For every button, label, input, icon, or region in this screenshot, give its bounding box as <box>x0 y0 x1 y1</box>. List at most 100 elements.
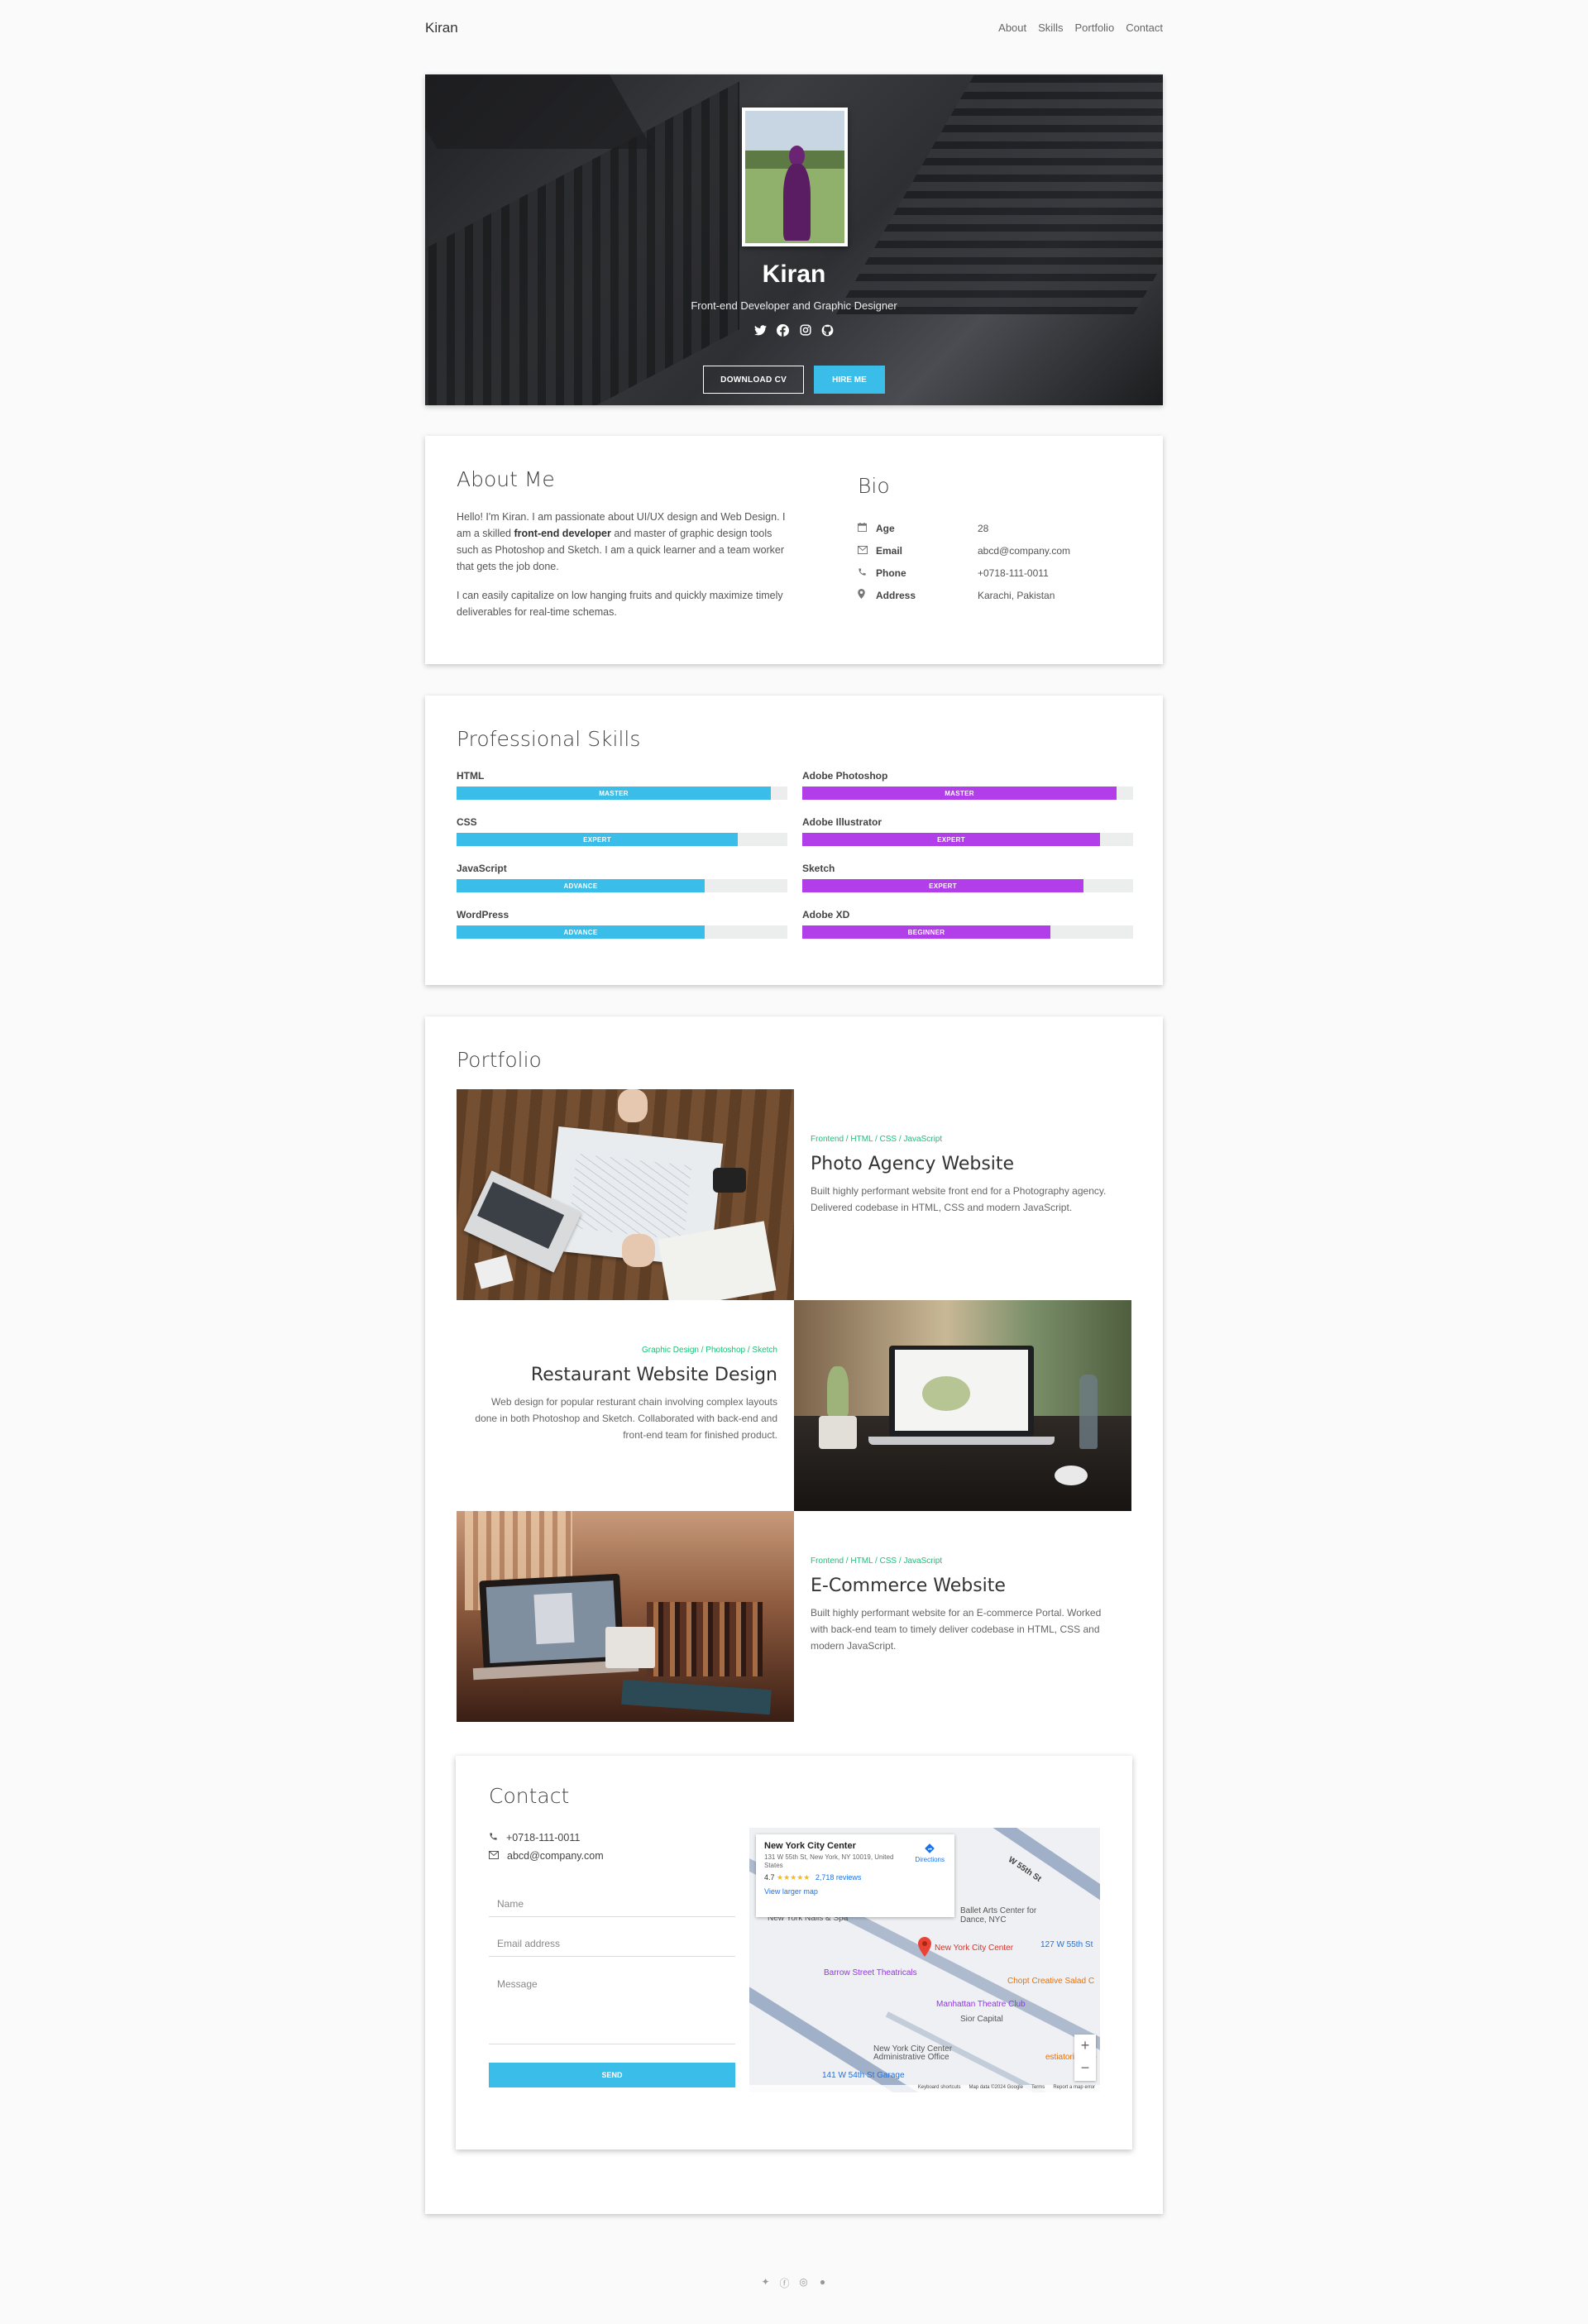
map-label: Manhattan Theatre Club <box>936 2000 1026 2009</box>
portfolio-item[interactable]: Frontend / HTML / CSS / JavaScript E-Com… <box>457 1511 1131 1722</box>
directions-icon <box>915 1843 945 1856</box>
email-input[interactable]: Email address <box>489 1930 735 1957</box>
message-textarea[interactable]: Message <box>489 1970 735 2044</box>
portfolio-title-restaurant[interactable]: Restaurant Website Design <box>473 1365 777 1385</box>
bio-row-email: Email abcd@company.com <box>858 539 1131 562</box>
map-data-credit: Map data ©2024 Google <box>969 2085 1023 2090</box>
map-keyboard-shortcuts[interactable]: Keyboard shortcuts <box>918 2085 961 2092</box>
twitter-icon[interactable] <box>753 323 768 337</box>
skill-item: CSS EXPERT <box>457 816 787 863</box>
bio-label: Phone <box>876 567 906 579</box>
brand-logo[interactable]: Kiran <box>425 20 458 36</box>
download-cv-button[interactable]: DOWNLOAD CV <box>703 366 805 394</box>
twitter-icon[interactable]: ✦ <box>760 2276 772 2290</box>
facebook-icon[interactable] <box>776 323 791 337</box>
portfolio-image-ecommerce[interactable] <box>457 1511 794 1722</box>
google-map[interactable]: W 55th St New York Nails & Spa Ballet Ar… <box>749 1828 1100 2092</box>
zoom-in-button[interactable]: + <box>1074 2035 1096 2057</box>
bio-list: Age 28 Email abcd@company.com Phone +0718-1… <box>858 517 1131 606</box>
skill-name: JavaScript <box>457 863 507 874</box>
skill-item: JavaScript ADVANCE <box>457 863 787 909</box>
portfolio-text: Graphic Design / Photoshop / Sketch Rest… <box>457 1300 794 1511</box>
bio-value: Karachi, Pakistan <box>978 589 1055 601</box>
profile-photo <box>742 108 848 246</box>
contact-email-text: abcd@company.com <box>507 1850 604 1862</box>
skills-section: Professional Skills HTML MASTER CSS EXPERT J… <box>425 696 1163 985</box>
skill-name: WordPress <box>457 909 509 921</box>
about-paragraph-2: I can easily capitalize on low hanging f… <box>457 590 783 618</box>
map-reviews-link[interactable]: 2,718 reviews <box>816 1873 862 1882</box>
map-label: New York City Center <box>935 1944 1014 1953</box>
hero-social-links <box>425 323 1163 337</box>
portfolio-title: Portfolio <box>457 1048 542 1072</box>
github-icon[interactable]: ● <box>817 2276 829 2290</box>
skills-title: Professional Skills <box>457 727 641 751</box>
hero-name: Kiran <box>762 261 826 288</box>
instagram-icon[interactable] <box>798 323 813 337</box>
portfolio-text: Frontend / HTML / CSS / JavaScript Photo… <box>794 1089 1131 1300</box>
nav-link-contact[interactable]: Contact <box>1126 22 1163 34</box>
contact-info: +0718-111-0011 abcd@company.com <box>489 1829 604 1865</box>
bio-row-address: Address Karachi, Pakistan <box>858 584 1131 606</box>
skill-progress-fill: BEGINNER <box>802 925 1050 939</box>
bio-label: Age <box>876 522 895 534</box>
map-rating-value: 4.7 <box>764 1873 775 1882</box>
skill-progress-bar: BEGINNER <box>802 925 1133 939</box>
portfolio-image-photo-agency[interactable] <box>457 1089 794 1300</box>
portfolio-grid: Frontend / HTML / CSS / JavaScript Photo… <box>457 1089 1131 1722</box>
portfolio-tags: Frontend / HTML / CSS / JavaScript <box>811 1557 943 1566</box>
hire-me-button[interactable]: HIRE ME <box>814 366 885 394</box>
map-footer: Keyboard shortcuts Map data ©2024 Google… <box>749 2085 1100 2092</box>
skill-item: Adobe Illustrator EXPERT <box>802 816 1133 863</box>
map-rating-stars: ★★★★★ <box>777 1873 811 1882</box>
map-report-link[interactable]: Report a map error <box>1053 2085 1095 2092</box>
portfolio-item[interactable]: Frontend / HTML / CSS / JavaScript Photo… <box>457 1089 1131 1300</box>
portfolio-description: Web design for popular resturant chain i… <box>475 1396 777 1441</box>
portfolio-tags: Graphic Design / Photoshop / Sketch <box>642 1346 777 1355</box>
map-place-address: 131 W 55th St, New York, NY 10019, Unite… <box>764 1853 894 1869</box>
portfolio-title-ecommerce[interactable]: E-Commerce Website <box>811 1576 1115 1596</box>
map-label: Barrow Street Theatricals <box>824 1968 917 1977</box>
facebook-icon[interactable]: ⓕ <box>779 2276 791 2290</box>
bio-row-phone: Phone +0718-111-0011 <box>858 562 1131 584</box>
send-button[interactable]: SEND <box>489 2063 735 2087</box>
skill-name: Adobe Illustrator <box>802 816 882 828</box>
skill-progress-bar: EXPERT <box>802 833 1133 846</box>
about-section: About Me Hello! I'm Kiran. I am passiona… <box>425 436 1163 664</box>
hero-role: Front-end Developer and Graphic Designer <box>691 299 897 312</box>
map-pin-icon[interactable] <box>918 1937 931 1961</box>
portfolio-description: Built highly performant website for an E… <box>811 1607 1102 1652</box>
instagram-icon[interactable]: ◎ <box>798 2276 810 2290</box>
map-marker-icon <box>858 589 876 601</box>
map-label: 127 W 55th St <box>1040 1940 1093 1949</box>
map-zoom-controls: + − <box>1074 2035 1096 2081</box>
portfolio-image-restaurant[interactable] <box>794 1300 1131 1511</box>
bio-row-age: Age 28 <box>858 517 1131 539</box>
nav-link-portfolio[interactable]: Portfolio <box>1074 22 1114 34</box>
portfolio-title-photo-agency[interactable]: Photo Agency Website <box>811 1154 1115 1174</box>
footer-social-links: ✦ ⓕ ◎ ● <box>0 2276 1588 2290</box>
name-input[interactable]: Name <box>489 1891 735 1917</box>
skill-progress-bar: EXPERT <box>457 833 787 846</box>
envelope-icon <box>489 1850 499 1862</box>
phone-icon <box>489 1832 498 1843</box>
map-terms-link[interactable]: Terms <box>1031 2085 1045 2092</box>
portfolio-tags: Frontend / HTML / CSS / JavaScript <box>811 1135 943 1144</box>
nav-link-skills[interactable]: Skills <box>1038 22 1063 34</box>
portfolio-item[interactable]: Graphic Design / Photoshop / Sketch Rest… <box>457 1300 1131 1511</box>
skill-progress-fill: ADVANCE <box>457 925 705 939</box>
zoom-out-button[interactable]: − <box>1074 2057 1096 2079</box>
skill-progress-fill: ADVANCE <box>457 879 705 892</box>
nav-menu: About Skills Portfolio Contact <box>998 22 1163 34</box>
nav-link-about[interactable]: About <box>998 22 1026 34</box>
map-label: Ballet Arts Center for Dance, NYC <box>960 1906 1037 1925</box>
contact-email: abcd@company.com <box>489 1847 604 1865</box>
skill-name: Adobe Photoshop <box>802 770 888 782</box>
bio-label: Email <box>876 544 903 557</box>
github-icon[interactable] <box>820 323 835 337</box>
view-larger-map-link[interactable]: View larger map <box>764 1887 946 1896</box>
directions-button[interactable]: Directions <box>915 1843 945 1863</box>
skill-progress-bar: MASTER <box>802 787 1133 800</box>
skill-item: Adobe XD BEGINNER <box>802 909 1133 955</box>
map-label: 141 W 54th St Garage <box>822 2071 905 2080</box>
